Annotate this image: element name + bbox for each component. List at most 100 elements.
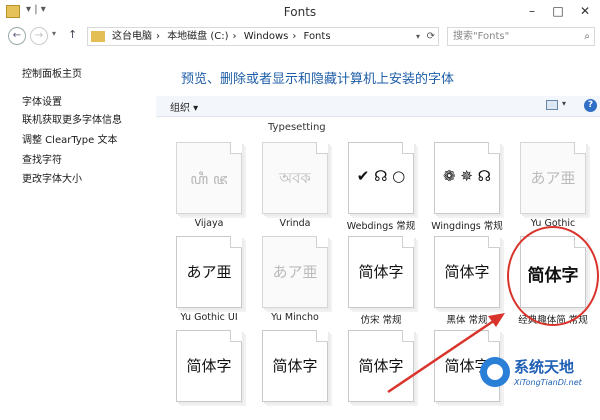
page-fold-icon: [402, 142, 414, 154]
sidebar: 控制面板主页 字体设置 联机获取更多字体信息 调整 ClearType 文本 查…: [0, 50, 150, 396]
page-fold-icon: [230, 142, 242, 154]
font-sample: ❁ ✵ ☊: [443, 167, 491, 185]
font-name-label: Wingdings 常规: [431, 221, 503, 232]
font-sample: 简体字: [358, 357, 404, 375]
page-fold-icon: [402, 330, 414, 342]
breadcrumb-separator[interactable]: ›: [292, 31, 296, 42]
crumb-local-disk[interactable]: 本地磁盘 (C:): [167, 31, 228, 42]
page-fold-icon: [316, 142, 328, 154]
font-file-icon: 简体字: [434, 236, 500, 308]
font-sample: あア亜: [530, 169, 576, 187]
help-icon[interactable]: ?: [584, 99, 597, 112]
font-tile[interactable]: 简体字: [254, 330, 336, 420]
up-button[interactable]: ↑: [68, 28, 77, 41]
change-view-icon[interactable]: [546, 100, 558, 110]
refresh-icon[interactable]: ⟳: [427, 28, 435, 45]
window-title: Fonts: [283, 5, 317, 19]
font-file-icon: 简体字: [348, 236, 414, 308]
sidebar-link-find-character[interactable]: 查找字符: [22, 151, 62, 166]
address-bar[interactable]: 这台电脑 › 本地磁盘 (C:) › Windows › Fonts ▾ ⟳: [87, 27, 439, 46]
breadcrumb-separator[interactable]: ›: [156, 31, 160, 42]
font-file-icon: ✔ ☊ ○: [348, 142, 414, 214]
font-file-icon: ꦲꦶ ꦗ: [176, 142, 242, 214]
font-tile[interactable]: ꦲꦶ ꦗ Vijaya: [168, 142, 250, 232]
address-dropdown-icon[interactable]: ▾: [416, 28, 420, 45]
font-sample: 简体字: [358, 263, 404, 281]
font-tile[interactable]: 简体字: [168, 330, 250, 420]
forward-button[interactable]: →: [30, 27, 48, 45]
title-bar: ▾ | ▾ Fonts – □ ✕: [0, 0, 600, 24]
page-title: 预览、删除或者显示和隐藏计算机上安装的字体: [181, 72, 455, 87]
breadcrumb-separator[interactable]: ›: [233, 31, 237, 42]
folder-icon: [91, 31, 105, 42]
font-file-icon: অবক: [262, 142, 328, 214]
font-file-icon: 简体字: [348, 330, 414, 402]
recent-locations-dropdown[interactable]: ▾: [52, 29, 56, 38]
font-sample: ✔ ☊ ○: [356, 167, 406, 185]
sidebar-link-font-settings[interactable]: 字体设置: [22, 93, 62, 108]
sidebar-link-get-font-info-online[interactable]: 联机获取更多字体信息: [22, 111, 122, 126]
font-sample: 简体字: [186, 357, 232, 375]
watermark: 系统天地 XiTongTianDi.net: [480, 354, 598, 394]
back-button[interactable]: ←: [8, 27, 26, 45]
view-dropdown[interactable]: ▾: [562, 99, 566, 108]
font-tile[interactable]: 简体字: [340, 330, 422, 420]
font-tile[interactable]: ❁ ✵ ☊ Wingdings 常规: [426, 142, 508, 232]
search-placeholder: 搜索"Fonts": [453, 31, 510, 42]
page-fold-icon: [574, 142, 586, 154]
font-name-label: 黑体 常规: [446, 315, 488, 326]
font-file-icon: 简体字: [176, 330, 242, 402]
close-button[interactable]: ✕: [575, 3, 595, 19]
page-fold-icon: [230, 236, 242, 248]
font-file-icon: あア亜: [176, 236, 242, 308]
font-sample: 简体字: [272, 357, 318, 375]
font-tile[interactable]: あア亜 Yu Mincho: [254, 236, 336, 326]
font-name-label: Vijaya: [194, 218, 224, 229]
partial-font-label: Typesetting: [268, 122, 326, 133]
maximize-button[interactable]: □: [548, 3, 568, 19]
page-fold-icon: [230, 330, 242, 342]
font-name-label: 仿宋 常规: [360, 315, 402, 326]
font-name-label: Yu Gothic UI: [180, 312, 238, 323]
font-file-icon: 简体字: [262, 330, 328, 402]
font-file-icon: あア亜: [520, 142, 586, 214]
page-fold-icon: [316, 330, 328, 342]
watermark-logo-icon: [480, 357, 510, 387]
crumb-fonts[interactable]: Fonts: [304, 31, 331, 42]
search-input[interactable]: 搜索"Fonts" ⌕: [447, 27, 595, 46]
crumb-this-pc[interactable]: 这台电脑: [112, 31, 152, 42]
font-name-label: Vrinda: [279, 218, 311, 229]
font-tile[interactable]: あア亜 Yu Gothic: [512, 142, 594, 232]
font-name-label: Yu Mincho: [271, 312, 319, 323]
font-name-label: Webdings 常规: [346, 221, 416, 232]
font-sample: ꦲꦶ ꦗ: [190, 170, 228, 188]
breadcrumb: 这台电脑 › 本地磁盘 (C:) › Windows › Fonts: [112, 28, 335, 45]
page-fold-icon: [488, 236, 500, 248]
sidebar-link-cleartype[interactable]: 调整 ClearType 文本: [22, 131, 117, 146]
font-sample: অবক: [279, 169, 311, 187]
sidebar-link-change-font-size[interactable]: 更改字体大小: [22, 170, 82, 185]
highlight-circle: [507, 226, 599, 326]
font-tile[interactable]: ✔ ☊ ○ Webdings 常规: [340, 142, 422, 232]
watermark-title: 系统天地: [514, 358, 575, 376]
page-fold-icon: [316, 236, 328, 248]
font-file-icon: あア亜: [262, 236, 328, 308]
font-sample: あア亜: [272, 263, 318, 281]
search-icon[interactable]: ⌕: [584, 28, 590, 45]
font-sample: あア亜: [186, 263, 232, 281]
font-tile[interactable]: あア亜 Yu Gothic UI: [168, 236, 250, 326]
page-fold-icon: [488, 330, 500, 342]
font-sample: 简体字: [444, 263, 490, 281]
font-tile[interactable]: 简体字 黑体 常规: [426, 236, 508, 326]
sidebar-link-control-panel-home[interactable]: 控制面板主页: [22, 65, 82, 80]
minimize-button[interactable]: –: [522, 3, 542, 19]
address-row: ← → ▾ ↑ 这台电脑 › 本地磁盘 (C:) › Windows › Fonts …: [0, 24, 600, 50]
font-file-icon: ❁ ✵ ☊: [434, 142, 500, 214]
font-tile[interactable]: অবক Vrinda: [254, 142, 336, 232]
font-tile[interactable]: 简体字 仿宋 常规: [340, 236, 422, 326]
crumb-windows[interactable]: Windows: [244, 31, 289, 42]
command-bar: 组织 ▾ ▾ ?: [156, 96, 600, 117]
page-fold-icon: [402, 236, 414, 248]
organize-button[interactable]: 组织 ▾: [170, 99, 198, 114]
page-fold-icon: [488, 142, 500, 154]
